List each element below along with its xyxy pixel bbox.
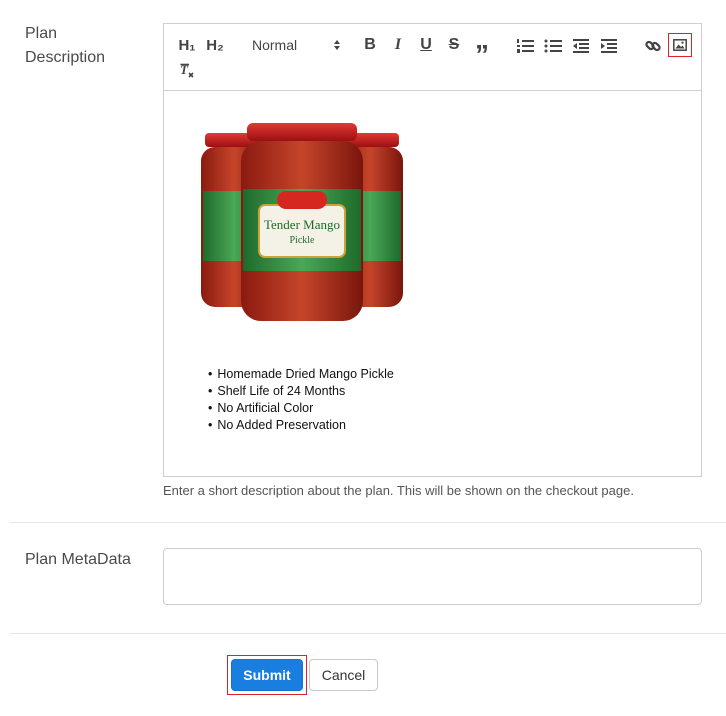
image-insert-icon[interactable]	[668, 33, 692, 57]
product-image: Tender Mango Pickle	[201, 123, 403, 321]
cancel-button[interactable]: Cancel	[309, 659, 378, 691]
list-item: Shelf Life of 24 Months	[208, 383, 394, 400]
italic-button[interactable]: I	[388, 34, 408, 56]
chevron-updown-icon	[333, 39, 341, 51]
format-select-value: Normal	[252, 37, 298, 53]
bullet-list-icon[interactable]	[542, 35, 564, 57]
section-divider	[10, 633, 726, 634]
editor-toolbar: H₁ H₂ Normal B I U S ” T	[164, 24, 701, 91]
section-divider	[10, 522, 726, 523]
outdent-icon[interactable]	[570, 35, 592, 57]
feature-list: Homemade Dried Mango Pickle Shelf Life o…	[208, 366, 394, 434]
indent-icon[interactable]	[598, 35, 620, 57]
plan-description-label: Plan Description	[25, 25, 106, 66]
underline-button[interactable]: U	[416, 34, 436, 56]
heading1-button[interactable]: H₁	[176, 34, 198, 56]
plan-metadata-label: Plan MetaData	[25, 551, 131, 568]
heading2-button[interactable]: H₂	[204, 34, 226, 56]
bold-button[interactable]: B	[360, 34, 380, 56]
clear-format-icon[interactable]: T	[176, 60, 198, 82]
list-item: Homemade Dried Mango Pickle	[208, 366, 393, 383]
format-select[interactable]: Normal	[246, 34, 341, 56]
strikethrough-button[interactable]: S	[444, 34, 464, 56]
submit-button[interactable]: Submit	[231, 659, 303, 691]
ordered-list-icon[interactable]	[514, 35, 536, 57]
product-label-text: Tender Mango	[264, 217, 340, 232]
blockquote-button[interactable]: ”	[472, 34, 492, 69]
plan-metadata-input[interactable]	[163, 548, 702, 605]
product-sub-text: Pickle	[290, 235, 316, 246]
description-help-text: Enter a short description about the plan…	[163, 483, 634, 498]
list-item: No Artificial Color	[208, 400, 394, 417]
link-icon[interactable]	[642, 35, 664, 57]
list-item: No Added Preservation	[208, 417, 394, 434]
